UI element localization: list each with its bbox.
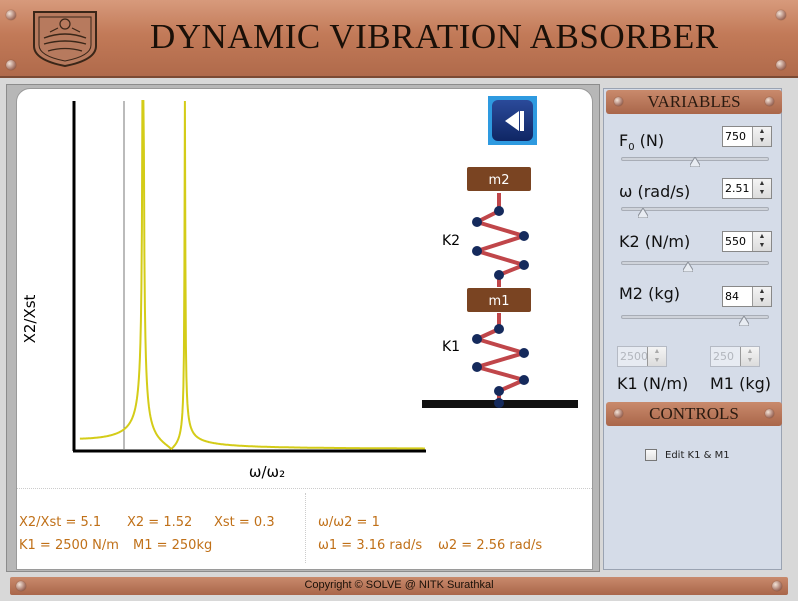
spring-node <box>472 246 482 256</box>
variables-header-label: VARIABLES <box>647 92 741 111</box>
footer-bar: Copyright © SOLVE @ NITK Surathkal <box>10 577 788 595</box>
readout-ratio: X2/Xst = 5.1 <box>19 515 102 530</box>
k1-spinner: 2500 ▲ ▼ <box>617 346 667 367</box>
spring-node <box>472 362 482 372</box>
spring-node <box>494 270 504 280</box>
edit-k1-m1-checkbox[interactable] <box>645 449 657 461</box>
edit-k1-m1-label: Edit K1 & M1 <box>665 450 730 461</box>
spring-node <box>494 398 504 408</box>
omega-value: 2.51 <box>725 182 750 195</box>
k1-value: 2500 <box>620 350 648 363</box>
screw-icon <box>772 581 782 591</box>
k2-slider-thumb[interactable] <box>682 262 693 272</box>
institute-logo <box>33 11 97 68</box>
spring-node <box>494 386 504 396</box>
controls-header-label: CONTROLS <box>649 404 739 423</box>
f0-label: F0 (N) <box>619 131 664 153</box>
spring-k1-label: K1 <box>442 339 460 355</box>
variables-header: VARIABLES <box>606 90 782 114</box>
increment-icon[interactable]: ▲ <box>753 179 771 188</box>
increment-icon[interactable]: ▲ <box>753 127 771 136</box>
screw-icon <box>614 409 623 418</box>
spring-node <box>472 217 482 227</box>
readout-divider <box>17 488 592 489</box>
spring-k2-label: K2 <box>442 233 460 249</box>
k2-label: K2 (N/m) <box>619 232 691 251</box>
controls-header: CONTROLS <box>606 402 782 426</box>
k1-label: K1 (N/m) <box>617 374 689 393</box>
screw-icon <box>6 60 16 70</box>
readout-xst: Xst = 0.3 <box>214 515 275 530</box>
increment-icon: ▲ <box>653 348 661 355</box>
back-icon <box>504 110 524 131</box>
readout-freq-ratio: ω/ω2 = 1 <box>318 515 380 530</box>
spring-mass-schematic: m1 m2 K2 K1 <box>422 167 578 408</box>
decrement-icon[interactable]: ▼ <box>753 136 771 145</box>
m1-label: M1 (kg) <box>710 374 771 393</box>
spring-node <box>494 206 504 216</box>
response-curve <box>79 100 425 451</box>
m2-spinner[interactable]: 84 ▲ ▼ <box>722 286 772 307</box>
readout-w2: ω2 = 2.56 rad/s <box>438 538 543 553</box>
app-title: DYNAMIC VIBRATION ABSORBER <box>150 17 719 56</box>
screw-icon <box>6 10 16 20</box>
f0-value: 750 <box>725 130 746 143</box>
readout-x2: X2 = 1.52 <box>127 515 193 530</box>
screw-icon <box>765 409 774 418</box>
screw-icon <box>776 10 786 20</box>
simulation-panel: X2/Xst ω/ω₂ m1 m2 K2 K1 X2/Xst = 5.1 X2 … <box>16 88 593 570</box>
m2-label: M2 (kg) <box>619 284 680 303</box>
readout-divider-vertical <box>305 493 306 563</box>
m1-value: 250 <box>713 350 734 363</box>
decrement-icon[interactable]: ▼ <box>753 188 771 197</box>
readout-w1: ω1 = 3.16 rad/s <box>318 538 423 553</box>
screw-icon <box>614 97 623 106</box>
increment-icon[interactable]: ▲ <box>753 232 771 241</box>
copyright-text: Copyright © SOLVE @ NITK Surathkal <box>304 579 494 591</box>
spring-node <box>519 348 529 358</box>
k2-spinner[interactable]: 550 ▲ ▼ <box>722 231 772 252</box>
increment-icon: ▲ <box>746 348 754 355</box>
mass-m1-label: m1 <box>489 294 510 309</box>
screw-icon <box>776 60 786 70</box>
omega-label: ω (rad/s) <box>619 182 691 201</box>
increment-icon[interactable]: ▲ <box>753 287 771 296</box>
spring-node <box>519 260 529 270</box>
y-axis-label: X2/Xst <box>21 294 39 343</box>
k2-slider[interactable] <box>621 261 769 265</box>
readout-k1: K1 = 2500 N/m <box>19 538 119 553</box>
omega-slider-thumb[interactable] <box>638 208 649 218</box>
omega-spinner[interactable]: 2.51 ▲ ▼ <box>722 178 772 199</box>
f0-slider-thumb[interactable] <box>690 157 700 167</box>
m2-value: 84 <box>725 290 739 303</box>
f0-label-main: F <box>619 131 629 150</box>
decrement-icon[interactable]: ▼ <box>753 296 771 305</box>
spring-node <box>519 375 529 385</box>
f0-label-unit: (N) <box>634 131 665 150</box>
decrement-icon: ▼ <box>746 357 754 364</box>
spring-node <box>519 231 529 241</box>
k2-value: 550 <box>725 235 746 248</box>
decrement-icon[interactable]: ▼ <box>753 241 771 250</box>
spring-node <box>494 324 504 334</box>
x-axis-label: ω/ω₂ <box>249 463 285 481</box>
m2-slider-thumb[interactable] <box>738 316 749 326</box>
decrement-icon: ▼ <box>653 357 661 364</box>
back-button[interactable] <box>488 96 537 145</box>
f0-spinner[interactable]: 750 ▲ ▼ <box>722 126 772 147</box>
spring-node <box>472 334 482 344</box>
readout-m1: M1 = 250kg <box>133 538 213 553</box>
mass-m2-label: m2 <box>489 173 510 188</box>
m1-spinner: 250 ▲ ▼ <box>710 346 760 367</box>
screw-icon <box>765 97 774 106</box>
app-header: DYNAMIC VIBRATION ABSORBER <box>0 0 798 78</box>
